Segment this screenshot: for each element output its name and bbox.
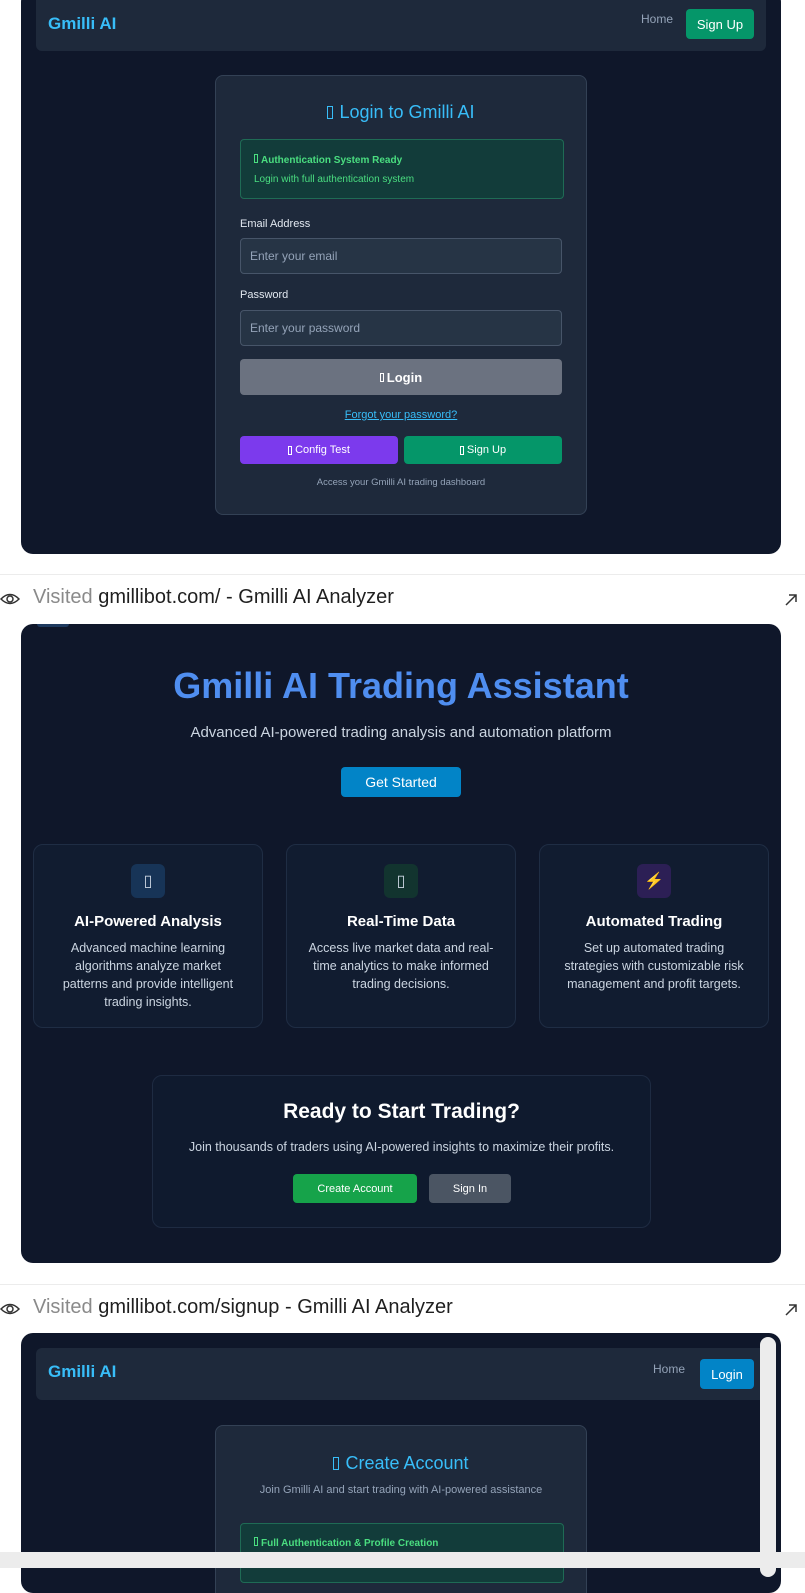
divider	[0, 574, 805, 575]
create-account-button[interactable]: Create Account	[293, 1174, 417, 1203]
check-icon	[254, 154, 258, 163]
check-icon	[254, 1537, 258, 1546]
nav-signup-button[interactable]: Sign Up	[686, 9, 754, 39]
cta-section: Ready to Start Trading? Join thousands o…	[152, 1075, 651, 1228]
navbar: Gmilli AI Home Sign Up	[36, 0, 766, 51]
get-started-button[interactable]: Get Started	[341, 767, 461, 797]
lightning-icon: ⚡	[637, 864, 671, 898]
lock-icon	[327, 106, 334, 119]
alert-text: Login with full authentication system	[254, 174, 415, 185]
signup-subtitle: Join Gmilli AI and start trading with AI…	[259, 1484, 543, 1496]
bottom-bar	[0, 1552, 805, 1568]
key-icon	[379, 372, 384, 382]
login-title: Login to Gmilli AI	[216, 102, 586, 123]
user-plus-icon	[459, 445, 464, 455]
feature-desc: Advanced machine learning algorithms ana…	[62, 941, 234, 1009]
eye-icon	[0, 593, 20, 605]
home-page-screenshot: Gmilli AI Trading Assistant Advanced AI-…	[21, 624, 781, 1263]
navbar: Gmilli AI Home Login	[36, 1348, 766, 1400]
login-page-screenshot: Gmilli AI Home Sign Up Login to Gmilli A…	[21, 0, 781, 554]
login-button[interactable]: Login	[240, 359, 562, 395]
brain-icon: ▯	[131, 864, 165, 898]
feature-card-automated-trading: ⚡ Automated Trading Set up automated tra…	[539, 844, 769, 1028]
hero-title: Gmilli AI Trading Assistant	[173, 665, 629, 706]
alert-title: Full Authentication & Profile Creation	[254, 1537, 438, 1549]
feature-desc: Set up automated trading strategies with…	[564, 941, 744, 991]
cta-text: Join thousands of traders using AI-power…	[188, 1140, 615, 1154]
brand-logo[interactable]: Gmilli AI	[48, 14, 116, 34]
nav-login-button[interactable]: Login	[700, 1359, 754, 1389]
signup-title: Create Account	[216, 1453, 586, 1474]
email-label: Email Address	[240, 218, 311, 230]
eye-icon	[0, 1303, 20, 1315]
chart-icon: ▯	[384, 864, 418, 898]
auth-status-alert: Authentication System Ready Login with f…	[240, 139, 564, 199]
visited-entry[interactable]: Visited gmillibot.com/ - Gmilli AI Analy…	[0, 574, 805, 620]
cta-title: Ready to Start Trading?	[283, 1100, 520, 1123]
login-footer-text: Access your Gmilli AI trading dashboard	[316, 477, 486, 488]
password-label: Password	[240, 289, 289, 301]
external-link-icon[interactable]	[783, 592, 799, 608]
nav-home-link[interactable]: Home	[653, 1362, 685, 1376]
scrollbar[interactable]	[760, 1337, 776, 1577]
divider	[0, 1284, 805, 1285]
password-field[interactable]	[240, 310, 562, 346]
rocket-icon	[333, 1457, 340, 1470]
sign-in-button[interactable]: Sign In	[429, 1174, 511, 1203]
external-link-icon[interactable]	[783, 1302, 799, 1318]
feature-card-real-time-data: ▯ Real-Time Data Access live market data…	[286, 844, 516, 1028]
config-test-button[interactable]: Config Test	[240, 436, 398, 464]
feature-card-ai-analysis: ▯ AI-Powered Analysis Advanced machine l…	[33, 844, 263, 1028]
feature-title: Automated Trading	[585, 913, 723, 930]
forgot-password-link[interactable]: Forgot your password?	[216, 409, 586, 421]
feature-title: AI-Powered Analysis	[74, 913, 222, 930]
visited-entry[interactable]: Visited gmillibot.com/signup - Gmilli AI…	[0, 1284, 805, 1330]
feature-title: Real-Time Data	[346, 913, 456, 930]
login-card: Login to Gmilli AI Authentication System…	[215, 75, 587, 515]
nav-home-link[interactable]: Home	[641, 12, 673, 26]
visited-text: Visited gmillibot.com/ - Gmilli AI Analy…	[33, 586, 394, 608]
feature-desc: Access live market data and real-time an…	[308, 941, 494, 991]
top-edge-fragment	[37, 624, 69, 627]
alert-title: Authentication System Ready	[254, 154, 402, 166]
hero-subtitle: Advanced AI-powered trading analysis and…	[190, 724, 612, 741]
visited-text: Visited gmillibot.com/signup - Gmilli AI…	[33, 1296, 453, 1318]
signup-button[interactable]: Sign Up	[404, 436, 562, 464]
email-field[interactable]	[240, 238, 562, 274]
wrench-icon	[288, 445, 293, 455]
brand-logo[interactable]: Gmilli AI	[48, 1362, 116, 1382]
